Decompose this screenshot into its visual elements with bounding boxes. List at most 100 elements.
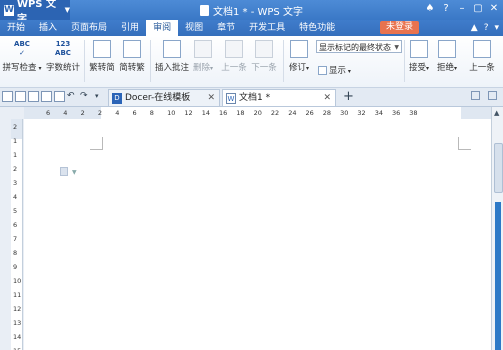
tab-page-layout[interactable]: 页面布局 [64, 20, 114, 36]
prev-comment-icon [225, 40, 243, 58]
menu-tabs: 开始 插入 页面布局 引用 审阅 视图 章节 开发工具 特色功能 未登录 ▲ ?… [0, 20, 503, 36]
accept-label: 接受 [408, 63, 426, 73]
reject-button[interactable]: 拒绝▾ [434, 40, 460, 73]
new-tab-button[interactable]: + [343, 89, 354, 105]
spell-check-label: 拼写检查 [2, 63, 37, 73]
margin-corner-mark [458, 137, 471, 150]
simp-to-trad-label: 简转繁 [119, 63, 145, 73]
tab-references[interactable]: 引用 [114, 20, 146, 36]
ruler-number: 6 [132, 109, 137, 117]
tab-view[interactable]: 视图 [178, 20, 210, 36]
delete-comment-button[interactable]: 删除▾ [192, 40, 214, 73]
maximize-button[interactable]: ▢ [471, 2, 485, 16]
ruler-number: 7 [13, 235, 18, 243]
export-pdf-icon[interactable] [28, 91, 39, 102]
spell-check-button[interactable]: ABC ✓ 拼写检查 ▾ [2, 40, 42, 73]
tab-docer-online-templates[interactable]: D Docer-在线模板 ✕ [108, 89, 220, 106]
comment-icon [163, 40, 181, 58]
login-button[interactable]: 未登录 [380, 21, 420, 34]
window-controls: ♠ ? – ▢ ✕ [421, 2, 501, 16]
prev-change-label: 上一条 [469, 63, 495, 73]
paragraph-icon-shape [60, 167, 68, 176]
trad-to-simp-button[interactable]: 繁转简 [88, 40, 116, 73]
insert-comment-label: 插入批注 [154, 63, 189, 73]
chevron-down-icon[interactable]: ▾ [494, 23, 499, 33]
tab-document1[interactable]: W 文档1 * ✕ [222, 89, 336, 106]
document-icon [200, 5, 209, 16]
simp-to-trad-icon [123, 40, 141, 58]
tab-sections[interactable]: 章节 [210, 20, 242, 36]
vertical-scrollbar[interactable]: ▲ [491, 107, 503, 350]
ruler-number: 10 [13, 277, 22, 285]
print-icon[interactable] [41, 91, 52, 102]
open-folder-icon[interactable] [2, 91, 13, 102]
chevron-down-icon: ▼ [64, 6, 70, 14]
window-title-text: 文档1 * - WPS 文字 [213, 7, 303, 18]
close-tab-icon[interactable]: ✕ [323, 90, 331, 107]
tab-special-features[interactable]: 特色功能 [292, 20, 342, 36]
app-menu-button[interactable]: W WPS 文字 ▼ [0, 0, 70, 25]
ruler-number: 11 [13, 291, 22, 299]
accept-button[interactable]: 接受▾ [407, 40, 431, 73]
save-icon[interactable] [15, 91, 26, 102]
collapse-ribbon-icon[interactable]: ▲ [471, 23, 478, 33]
show-markup-icon [318, 66, 327, 75]
track-changes-button[interactable]: 修订▾ [286, 40, 312, 73]
ruler-number: 5 [13, 207, 18, 215]
next-comment-button[interactable]: 下一条 [250, 40, 278, 73]
chevron-down-icon: ▾ [306, 65, 310, 72]
simp-to-trad-button[interactable]: 简转繁 [118, 40, 146, 73]
tab-start[interactable]: 开始 [0, 20, 32, 36]
scroll-up-icon[interactable]: ▲ [494, 109, 499, 117]
ruler-number: 32 [357, 109, 366, 117]
chevron-down-icon: ▾ [426, 65, 430, 72]
window-list-icon[interactable] [470, 91, 480, 100]
minimize-button[interactable]: – [455, 2, 469, 16]
ruler-number: 12 [13, 305, 22, 313]
ruler-number: 9 [13, 263, 18, 271]
vertical-ruler[interactable]: 21123456789101112131415 [0, 107, 24, 350]
tab-menu-icon[interactable] [488, 91, 497, 100]
document-area[interactable]: ▼ [24, 119, 491, 350]
ruler-number: 10 [167, 109, 176, 117]
close-tab-icon[interactable]: ✕ [207, 90, 215, 107]
insert-comment-button[interactable]: 插入批注 [154, 40, 190, 73]
markup-display-select[interactable]: 显示标记的最终状态 ▼ [316, 40, 402, 53]
prev-change-button[interactable]: 上一条 [463, 40, 501, 73]
chevron-down-icon: ▾ [210, 65, 214, 72]
prev-change-icon [473, 40, 491, 58]
ruler-number: 30 [340, 109, 349, 117]
scrollbar-thumb[interactable] [494, 143, 503, 193]
prev-comment-button[interactable]: 上一条 [220, 40, 248, 73]
show-markup-button[interactable]: 显示 ▾ [318, 64, 358, 76]
ruler-number: 24 [288, 109, 297, 117]
skin-icon[interactable]: ♠ [423, 2, 437, 16]
scrollbar-accent [495, 202, 501, 350]
chevron-down-icon: ▼ [394, 44, 399, 51]
paragraph-layout-icon[interactable]: ▼ [60, 167, 77, 177]
undo-icon[interactable]: ↶ [67, 91, 78, 102]
wps-logo-icon: W [4, 4, 14, 16]
ruler-number: 8 [149, 109, 154, 117]
ruler-number: 4 [115, 109, 120, 117]
document-page[interactable]: ▼ [24, 119, 491, 350]
next-comment-icon [255, 40, 273, 58]
ruler-number: 14 [13, 333, 22, 341]
tab-insert[interactable]: 插入 [32, 20, 64, 36]
print-preview-icon[interactable] [54, 91, 65, 102]
chevron-down-icon: ▾ [36, 65, 42, 72]
redo-icon[interactable]: ↷ [80, 91, 91, 102]
ruler-number: 8 [13, 249, 18, 257]
close-button[interactable]: ✕ [487, 2, 501, 16]
tab-developer[interactable]: 开发工具 [242, 20, 292, 36]
ruler-number: 14 [201, 109, 210, 117]
help-icon[interactable]: ? [484, 23, 489, 33]
customize-toolbar-icon[interactable]: ▾ [95, 91, 106, 102]
margin-corner-mark [90, 137, 103, 150]
menubar-right-icons: ▲ ? ▾ [465, 20, 499, 36]
markup-display-value: 显示标记的最终状态 [319, 43, 391, 52]
help-icon[interactable]: ? [439, 2, 453, 16]
word-count-button[interactable]: 123 ABC 字数统计 [44, 40, 82, 73]
spell-check-icon-text: ABC [14, 40, 30, 48]
tab-review[interactable]: 审阅 [146, 20, 179, 36]
